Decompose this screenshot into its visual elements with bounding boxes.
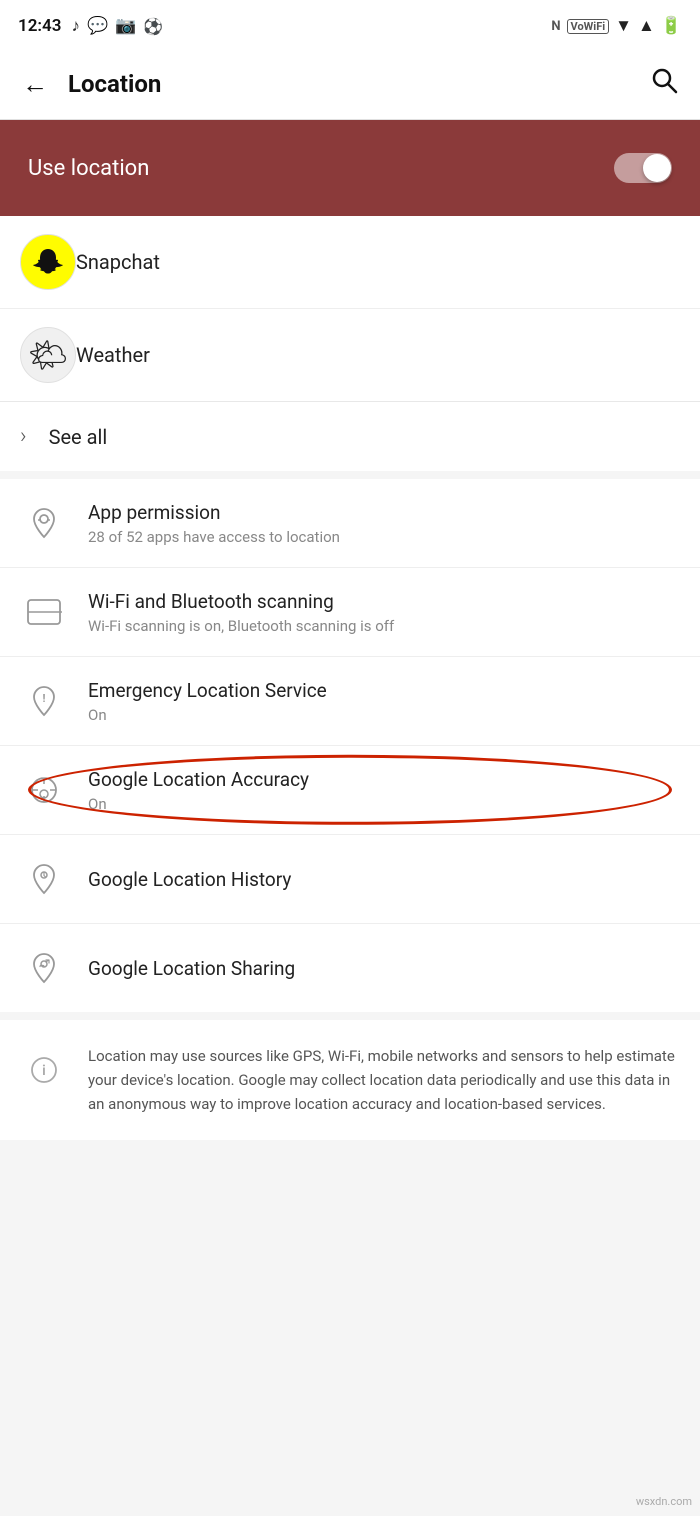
info-icon: i [20,1046,68,1094]
wifi-bt-subtitle: Wi-Fi scanning is on, Bluetooth scanning… [88,617,394,635]
target-location-icon [20,766,68,814]
wifi-bt-text: Wi-Fi and Bluetooth scanning Wi-Fi scann… [88,590,394,635]
app-permission-text: App permission 28 of 52 apps have access… [88,501,340,546]
glh-text: Google Location History [88,868,291,891]
snapchat-icon [20,234,76,290]
status-icons-right: N VoWiFi ▼ ▲ 🔋 [551,16,682,36]
info-text: Location may use sources like GPS, Wi-Fi… [88,1044,680,1116]
nfc-icon: N [551,19,560,34]
emergency-title: Emergency Location Service [88,679,327,702]
list-item[interactable]: App permission 28 of 52 apps have access… [0,479,700,568]
wifi-bt-title: Wi-Fi and Bluetooth scanning [88,590,394,613]
gla-text: Google Location Accuracy On [88,768,309,813]
svg-text:!: ! [43,692,46,705]
wifi-icon: ▼ [615,16,632,36]
history-location-icon [20,855,68,903]
camera-icon: 📷 [115,16,136,36]
list-item[interactable]: Wi-Fi and Bluetooth scanning Wi-Fi scann… [0,568,700,657]
see-all-row[interactable]: › See all [0,401,700,471]
gls-title: Google Location Sharing [88,957,295,980]
status-time: 12:43 [18,16,61,36]
sharing-location-icon [20,944,68,992]
soccer-icon: ⚽ [143,17,163,36]
app-permission-title: App permission [88,501,340,524]
emergency-subtitle: On [88,706,327,724]
scan-icon [20,588,68,636]
app-permission-subtitle: 28 of 52 apps have access to location [88,528,340,546]
list-item[interactable]: ! Emergency Location Service On [0,657,700,746]
page-title: Location [68,70,161,98]
chevron-right-icon: › [20,424,27,449]
status-icons-left: ♪ 💬 📷 ⚽ [71,16,163,36]
toggle-thumb [643,154,671,182]
search-icon [650,66,678,94]
use-location-banner[interactable]: Use location [0,120,700,216]
status-bar: 12:43 ♪ 💬 📷 ⚽ N VoWiFi ▼ ▲ 🔋 [0,0,700,48]
app-bar: ← Location [0,48,700,120]
list-item[interactable]: Snapchat [0,216,700,308]
status-left: 12:43 ♪ 💬 📷 ⚽ [18,16,163,36]
gla-subtitle: On [88,795,309,813]
whatsapp-icon: 💬 [87,16,108,36]
list-item[interactable]: 🌤 Weather [0,308,700,401]
gla-title: Google Location Accuracy [88,768,309,791]
glh-title: Google Location History [88,868,291,891]
music-note-icon: ♪ [71,16,80,36]
use-location-toggle[interactable] [614,153,672,183]
alert-location-icon: ! [20,677,68,725]
svg-text:i: i [42,1063,46,1079]
weather-label: Weather [76,343,150,367]
gls-text: Google Location Sharing [88,957,295,980]
signal-icon: ▲ [638,16,655,36]
back-button[interactable]: ← [18,67,52,101]
emergency-text: Emergency Location Service On [88,679,327,724]
watermark: wsxdn.com [636,1495,692,1508]
vowifi-icon: VoWiFi [567,19,610,34]
battery-icon: 🔋 [661,16,682,36]
location-pin-icon [20,499,68,547]
list-item[interactable]: Google Location Sharing [0,924,700,1012]
settings-section: App permission 28 of 52 apps have access… [0,479,700,1012]
info-row: i Location may use sources like GPS, Wi-… [0,1020,700,1140]
use-location-label: Use location [28,156,149,181]
weather-icon: 🌤 [20,327,76,383]
list-item[interactable]: Google Location History [0,835,700,924]
app-bar-left: ← Location [18,67,161,101]
info-section: i Location may use sources like GPS, Wi-… [0,1020,700,1140]
see-all-label: See all [49,425,108,449]
apps-section: Snapchat 🌤 Weather › See all [0,216,700,471]
snapchat-label: Snapchat [76,250,160,274]
google-location-accuracy-row[interactable]: Google Location Accuracy On [0,746,700,835]
search-button[interactable] [646,62,682,105]
